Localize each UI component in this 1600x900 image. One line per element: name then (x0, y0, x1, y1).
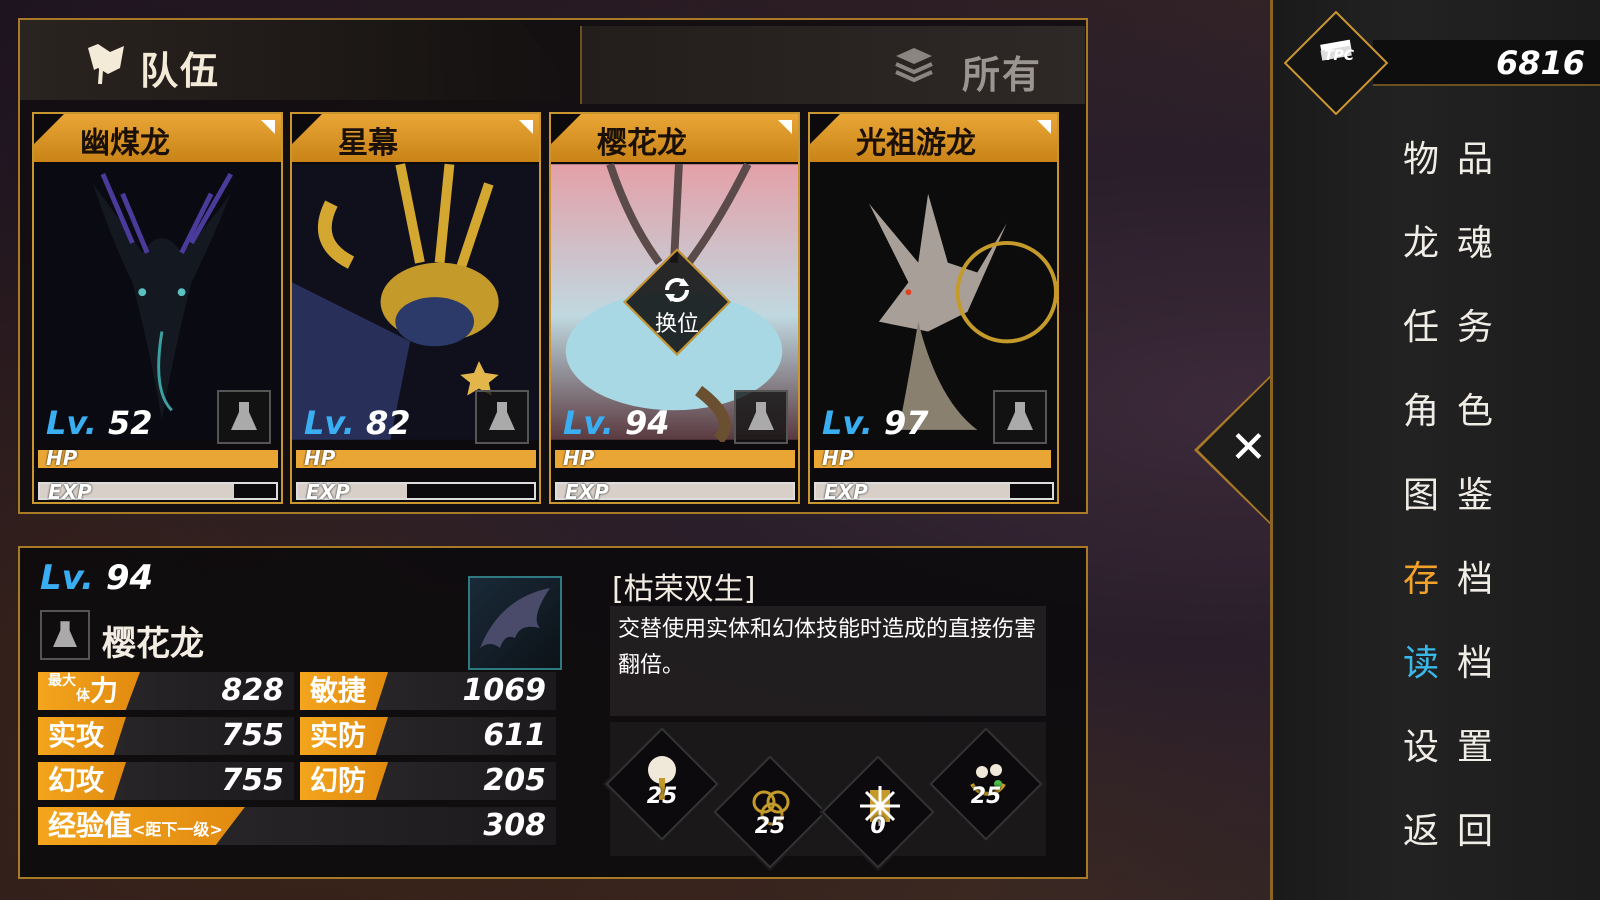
card-name: 星幕 (338, 126, 398, 161)
exp-bar: EXP (814, 480, 1054, 502)
card-level: Lv. 94 (563, 404, 670, 442)
menu-settings[interactable]: 设置 (1403, 718, 1543, 770)
potion-flask-icon[interactable] (217, 390, 271, 444)
currency-bar: 6816 (1373, 40, 1600, 86)
potion-flask-icon[interactable] (475, 390, 529, 444)
swap-label: 换位 (654, 312, 699, 337)
dragon-card-3[interactable]: 樱花龙 换位 Lv. 94 HP EXP (549, 112, 800, 504)
card-name-bar: 光祖游龙 (810, 114, 1057, 162)
skill-description-box: 交替使用实体和幻体技能时造成的直接伤害翻倍。 (610, 606, 1046, 716)
menu-codex[interactable]: 图鉴 (1403, 466, 1543, 518)
menu-items[interactable]: 物品 (1403, 130, 1543, 182)
menu-save[interactable]: 存档 (1403, 550, 1543, 602)
stat-phantom-atk: 幻攻 755 (38, 762, 294, 800)
potion-flask-icon[interactable] (734, 390, 788, 444)
card-level: Lv. 52 (46, 404, 153, 442)
card-name-bar: 幽煤龙 (34, 114, 281, 162)
menu-quests[interactable]: 任务 (1403, 298, 1543, 350)
flag-icon (88, 44, 124, 85)
team-title: 队伍 (140, 49, 221, 93)
card-level: Lv. 82 (304, 404, 411, 442)
potion-flask-icon[interactable] (993, 390, 1047, 444)
skill-level: 25 (754, 814, 786, 839)
stat-exp: 经验值<距下一级> 308 (38, 807, 556, 845)
card-name-bar: 樱花龙 (551, 114, 798, 162)
card-name: 樱花龙 (597, 126, 687, 161)
menu-load[interactable]: 读档 (1403, 634, 1543, 686)
hp-bar: HP (814, 446, 1051, 470)
exp-bar: EXP (38, 480, 278, 502)
corner-marker-icon (1037, 120, 1051, 134)
team-header: 队伍 (20, 20, 580, 100)
currency-label: TPC (1323, 48, 1355, 64)
exp-bar: EXP (296, 480, 536, 502)
detail-panel: Lv. 94 樱花龙 最大体力 828 敏捷 1069 实攻 755 实防 61… (18, 546, 1088, 879)
stat-phys-def: 实防 611 (300, 717, 556, 755)
swap-arrows-icon (665, 278, 689, 302)
layers-icon (895, 48, 933, 83)
potion-flask-icon (40, 610, 90, 660)
dragon-card-2[interactable]: 星幕 Lv. 82 HP EXP (290, 112, 541, 504)
tab-all-label: 所有 (962, 53, 1043, 97)
tab-all[interactable]: 所有 (580, 26, 1085, 104)
menu-dragon-soul[interactable]: 龙魂 (1403, 214, 1543, 266)
card-name: 光祖游龙 (856, 126, 976, 161)
skill-level: 0 (870, 814, 886, 839)
hp-bar: HP (38, 446, 278, 470)
stat-agility: 敏捷 1069 (300, 672, 556, 710)
hp-bar: HP (555, 446, 795, 470)
stat-max-hp: 最大体力 828 (38, 672, 294, 710)
menu-character[interactable]: 角色 (1403, 382, 1543, 434)
team-panel: 队伍 所有 幽煤龙 Lv. 52 HP EXP 星幕 Lv. 82 HP EXP… (18, 18, 1088, 514)
dragon-card-1[interactable]: 幽煤龙 Lv. 52 HP EXP (32, 112, 283, 504)
sidebar-menu: 6816 TPC 物品 龙魂 任务 角色 图鉴 存档 读档 设置 返回 (1270, 0, 1600, 900)
card-name-bar: 星幕 (292, 114, 539, 162)
skill-description: 交替使用实体和幻体技能时造成的直接伤害翻倍。 (618, 617, 1037, 678)
menu-back[interactable]: 返回 (1403, 802, 1543, 854)
corner-marker-icon (261, 120, 275, 134)
detail-name: 樱花龙 (102, 624, 204, 664)
currency-value: 6816 (1495, 44, 1585, 82)
corner-marker-icon (519, 120, 533, 134)
wing-skill-icon[interactable] (468, 576, 562, 670)
skill-row: 25 25 0 25 (605, 722, 1046, 869)
card-level: Lv. 97 (822, 404, 929, 442)
detail-level: Lv. 94 (40, 558, 154, 598)
exp-bar: EXP (555, 480, 795, 502)
stat-phys-atk: 实攻 755 (38, 717, 294, 755)
swap-button[interactable]: 换位 (637, 274, 717, 338)
skill-level: 25 (970, 784, 1002, 809)
card-name: 幽煤龙 (80, 126, 170, 161)
dragon-card-4[interactable]: 光祖游龙 Lv. 97 HP EXP (808, 112, 1059, 504)
stat-phantom-def: 幻防 205 (300, 762, 556, 800)
close-icon[interactable]: ✕ (1230, 426, 1270, 470)
corner-marker-icon (778, 120, 792, 134)
skill-level: 25 (646, 784, 678, 809)
hp-bar: HP (296, 446, 536, 470)
skill-title: [枯荣双生] (612, 572, 756, 607)
